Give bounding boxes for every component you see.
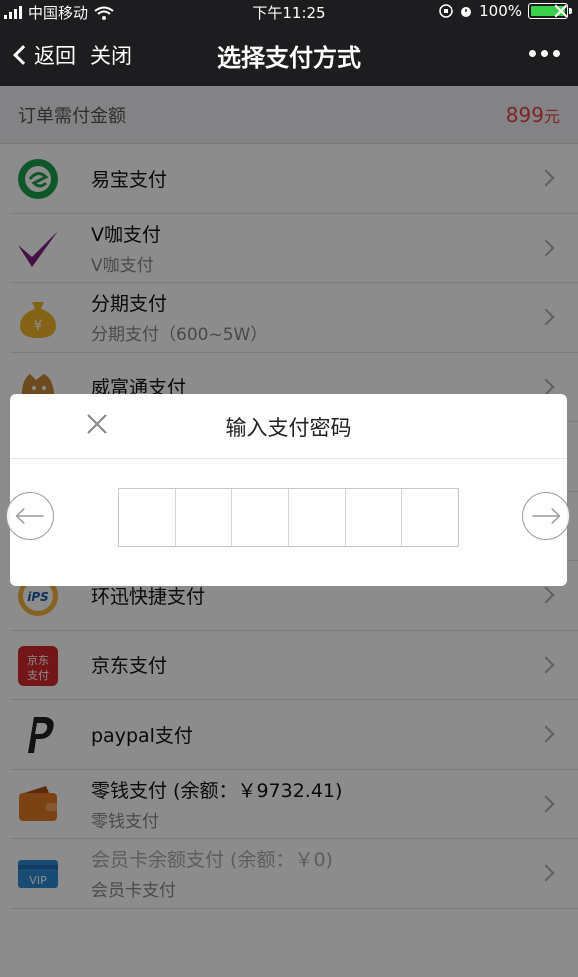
pin-digit-cell[interactable] bbox=[176, 489, 233, 546]
close-icon[interactable]: ✕ bbox=[550, 2, 572, 24]
rotation-lock-icon bbox=[439, 4, 453, 18]
pin-digit-cell[interactable] bbox=[232, 489, 290, 546]
more-options-icon[interactable] bbox=[529, 50, 560, 57]
password-dialog: 输入支付密码 bbox=[10, 394, 567, 586]
pin-digit-cell[interactable] bbox=[289, 489, 346, 546]
pin-digit-cell[interactable] bbox=[402, 489, 458, 546]
dialog-title: 输入支付密码 bbox=[225, 416, 352, 440]
nav-bar: 返回 关闭 选择支付方式 bbox=[0, 22, 578, 86]
alarm-icon bbox=[461, 7, 472, 17]
page-title: 选择支付方式 bbox=[217, 44, 361, 72]
battery-percent: 100% bbox=[479, 2, 522, 20]
password-input[interactable] bbox=[118, 488, 459, 547]
arrow-right-icon[interactable] bbox=[522, 492, 570, 540]
pin-digit-cell[interactable] bbox=[346, 489, 403, 546]
arrow-left-icon[interactable] bbox=[6, 492, 54, 540]
dialog-header: 输入支付密码 bbox=[10, 394, 567, 459]
status-bar: 中国移动 下午11:25 100% bbox=[0, 0, 578, 22]
pin-digit-cell[interactable] bbox=[119, 489, 176, 546]
